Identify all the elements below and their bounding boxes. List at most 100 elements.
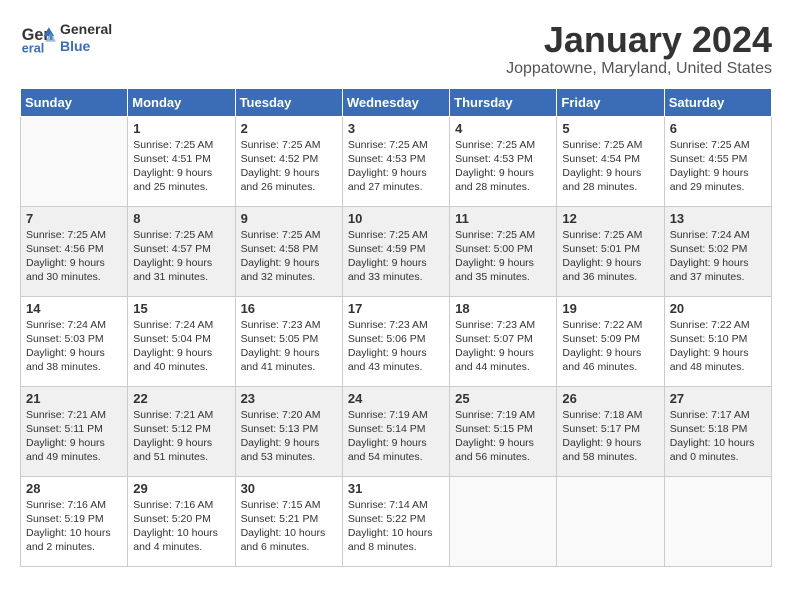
calendar-cell: 9 Sunrise: 7:25 AM Sunset: 4:58 PM Daylig… [235, 206, 342, 296]
calendar-cell: 7Sunrise: 7:25 AM Sunset: 4:56 PM Daylig… [21, 206, 128, 296]
calendar-cell: 31 Sunrise: 7:14 AM Sunset: 5:22 PM Dayli… [342, 476, 449, 566]
day-info: Sunrise: 7:25 AM Sunset: 4:58 PM Dayligh… [241, 228, 337, 285]
calendar-cell: 17Sunrise: 7:23 AM Sunset: 5:06 PM Dayli… [342, 296, 449, 386]
day-info: Sunrise: 7:16 AM Sunset: 5:20 PM Dayligh… [133, 498, 229, 555]
day-number: 25 [455, 391, 551, 406]
logo-line2: Blue [60, 38, 112, 55]
calendar-week-row: 14Sunrise: 7:24 AM Sunset: 5:03 PM Dayli… [21, 296, 772, 386]
day-number: 6 [670, 121, 766, 136]
day-info: Sunrise: 7:25 AM Sunset: 5:00 PM Dayligh… [455, 228, 551, 285]
day-number: 21 [26, 391, 122, 406]
calendar-cell: 12Sunrise: 7:25 AM Sunset: 5:01 PM Dayli… [557, 206, 664, 296]
day-info: Sunrise: 7:22 AM Sunset: 5:09 PM Dayligh… [562, 318, 658, 375]
day-info: Sunrise: 7:21 AM Sunset: 5:11 PM Dayligh… [26, 408, 122, 465]
day-number: 13 [670, 211, 766, 226]
calendar-cell: 11 Sunrise: 7:25 AM Sunset: 5:00 PM Dayli… [450, 206, 557, 296]
day-number: 23 [241, 391, 337, 406]
calendar-cell: 20 Sunrise: 7:22 AM Sunset: 5:10 PM Dayli… [664, 296, 771, 386]
location: Joppatowne, Maryland, United States [506, 60, 772, 78]
calendar-cell: 14Sunrise: 7:24 AM Sunset: 5:03 PM Dayli… [21, 296, 128, 386]
day-info: Sunrise: 7:25 AM Sunset: 4:53 PM Dayligh… [348, 138, 444, 195]
calendar-cell: 13 Sunrise: 7:24 AM Sunset: 5:02 PM Dayli… [664, 206, 771, 296]
logo: Gen eral General Blue [20, 20, 112, 56]
day-number: 17 [348, 301, 444, 316]
weekday-header-wednesday: Wednesday [342, 88, 449, 116]
day-info: Sunrise: 7:23 AM Sunset: 5:07 PM Dayligh… [455, 318, 551, 375]
calendar-cell: 15Sunrise: 7:24 AM Sunset: 5:04 PM Dayli… [128, 296, 235, 386]
weekday-header-monday: Monday [128, 88, 235, 116]
day-info: Sunrise: 7:24 AM Sunset: 5:02 PM Dayligh… [670, 228, 766, 285]
day-info: Sunrise: 7:25 AM Sunset: 4:57 PM Dayligh… [133, 228, 229, 285]
logo-line1: General [60, 21, 112, 38]
day-info: Sunrise: 7:19 AM Sunset: 5:15 PM Dayligh… [455, 408, 551, 465]
day-number: 11 [455, 211, 551, 226]
day-number: 18 [455, 301, 551, 316]
day-number: 8 [133, 211, 229, 226]
day-number: 10 [348, 211, 444, 226]
day-info: Sunrise: 7:16 AM Sunset: 5:19 PM Dayligh… [26, 498, 122, 555]
day-number: 29 [133, 481, 229, 496]
calendar-cell: 24 Sunrise: 7:19 AM Sunset: 5:14 PM Dayli… [342, 386, 449, 476]
calendar-cell: 10 Sunrise: 7:25 AM Sunset: 4:59 PM Dayli… [342, 206, 449, 296]
weekday-header-saturday: Saturday [664, 88, 771, 116]
calendar-cell: 18 Sunrise: 7:23 AM Sunset: 5:07 PM Dayli… [450, 296, 557, 386]
day-number: 20 [670, 301, 766, 316]
calendar-cell: 5 Sunrise: 7:25 AM Sunset: 4:54 PM Daylig… [557, 116, 664, 206]
day-number: 19 [562, 301, 658, 316]
calendar-cell: 2Sunrise: 7:25 AM Sunset: 4:52 PM Daylig… [235, 116, 342, 206]
day-info: Sunrise: 7:22 AM Sunset: 5:10 PM Dayligh… [670, 318, 766, 375]
day-number: 5 [562, 121, 658, 136]
day-number: 3 [348, 121, 444, 136]
page-header: Gen eral General Blue January 2024 Joppa… [20, 20, 772, 78]
title-block: January 2024 Joppatowne, Maryland, Unite… [506, 20, 772, 78]
day-info: Sunrise: 7:24 AM Sunset: 5:04 PM Dayligh… [133, 318, 229, 375]
day-info: Sunrise: 7:15 AM Sunset: 5:21 PM Dayligh… [241, 498, 337, 555]
calendar-week-row: 1 Sunrise: 7:25 AM Sunset: 4:51 PM Daylig… [21, 116, 772, 206]
calendar-cell [557, 476, 664, 566]
day-info: Sunrise: 7:18 AM Sunset: 5:17 PM Dayligh… [562, 408, 658, 465]
calendar-week-row: 7Sunrise: 7:25 AM Sunset: 4:56 PM Daylig… [21, 206, 772, 296]
day-number: 16 [241, 301, 337, 316]
calendar-cell: 6Sunrise: 7:25 AM Sunset: 4:55 PM Daylig… [664, 116, 771, 206]
day-number: 12 [562, 211, 658, 226]
calendar-cell: 29 Sunrise: 7:16 AM Sunset: 5:20 PM Dayli… [128, 476, 235, 566]
calendar-cell [21, 116, 128, 206]
day-info: Sunrise: 7:25 AM Sunset: 4:54 PM Dayligh… [562, 138, 658, 195]
day-number: 31 [348, 481, 444, 496]
calendar-header-row: SundayMondayTuesdayWednesdayThursdayFrid… [21, 88, 772, 116]
month-title: January 2024 [506, 20, 772, 60]
day-number: 4 [455, 121, 551, 136]
weekday-header-friday: Friday [557, 88, 664, 116]
calendar-cell: 22Sunrise: 7:21 AM Sunset: 5:12 PM Dayli… [128, 386, 235, 476]
calendar-cell: 23 Sunrise: 7:20 AM Sunset: 5:13 PM Dayli… [235, 386, 342, 476]
day-number: 2 [241, 121, 337, 136]
calendar-table: SundayMondayTuesdayWednesdayThursdayFrid… [20, 88, 772, 567]
day-info: Sunrise: 7:20 AM Sunset: 5:13 PM Dayligh… [241, 408, 337, 465]
day-number: 26 [562, 391, 658, 406]
day-number: 1 [133, 121, 229, 136]
calendar-cell: 16 Sunrise: 7:23 AM Sunset: 5:05 PM Dayli… [235, 296, 342, 386]
weekday-header-tuesday: Tuesday [235, 88, 342, 116]
day-info: Sunrise: 7:25 AM Sunset: 4:59 PM Dayligh… [348, 228, 444, 285]
calendar-cell: 26 Sunrise: 7:18 AM Sunset: 5:17 PM Dayli… [557, 386, 664, 476]
logo-text: General Blue [60, 21, 112, 55]
calendar-week-row: 21 Sunrise: 7:21 AM Sunset: 5:11 PM Dayli… [21, 386, 772, 476]
day-number: 28 [26, 481, 122, 496]
day-number: 22 [133, 391, 229, 406]
day-number: 30 [241, 481, 337, 496]
day-info: Sunrise: 7:14 AM Sunset: 5:22 PM Dayligh… [348, 498, 444, 555]
day-number: 14 [26, 301, 122, 316]
day-number: 9 [241, 211, 337, 226]
calendar-cell: 1 Sunrise: 7:25 AM Sunset: 4:51 PM Daylig… [128, 116, 235, 206]
weekday-header-thursday: Thursday [450, 88, 557, 116]
calendar-cell: 4 Sunrise: 7:25 AM Sunset: 4:53 PM Daylig… [450, 116, 557, 206]
day-info: Sunrise: 7:25 AM Sunset: 4:53 PM Dayligh… [455, 138, 551, 195]
day-info: Sunrise: 7:25 AM Sunset: 4:56 PM Dayligh… [26, 228, 122, 285]
day-number: 24 [348, 391, 444, 406]
calendar-cell: 27Sunrise: 7:17 AM Sunset: 5:18 PM Dayli… [664, 386, 771, 476]
day-info: Sunrise: 7:19 AM Sunset: 5:14 PM Dayligh… [348, 408, 444, 465]
calendar-cell [450, 476, 557, 566]
day-info: Sunrise: 7:23 AM Sunset: 5:05 PM Dayligh… [241, 318, 337, 375]
day-info: Sunrise: 7:25 AM Sunset: 4:51 PM Dayligh… [133, 138, 229, 195]
calendar-cell: 30 Sunrise: 7:15 AM Sunset: 5:21 PM Dayli… [235, 476, 342, 566]
